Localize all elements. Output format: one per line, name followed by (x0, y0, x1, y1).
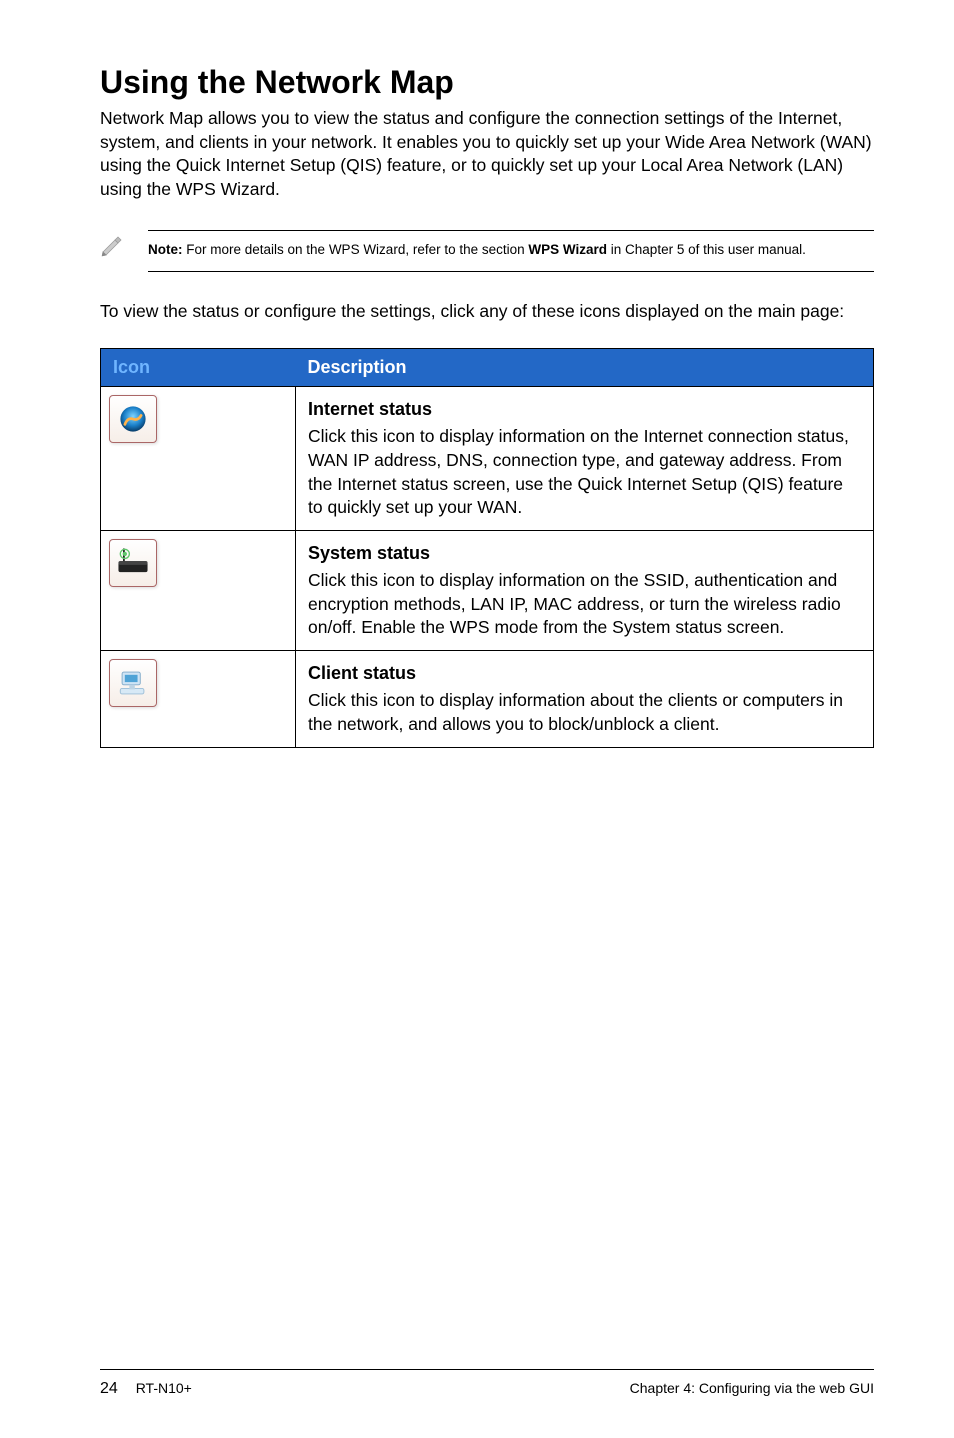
intro-paragraph: Network Map allows you to view the statu… (100, 107, 874, 202)
cell-desc: System status Click this icon to display… (296, 530, 874, 650)
cell-desc: Client status Click this icon to display… (296, 650, 874, 747)
table-row: Internet status Click this icon to displ… (101, 387, 874, 531)
table-row: Client status Click this icon to display… (101, 650, 874, 747)
note-pre: For more details on the WPS Wizard, refe… (183, 242, 529, 257)
table-header-row: Icon Description (101, 349, 874, 387)
internet-status-icon (109, 395, 157, 443)
cell-icon (101, 387, 296, 531)
note-post: in Chapter 5 of this user manual. (607, 242, 806, 257)
page-number: 24 (100, 1380, 118, 1397)
row-body: Click this icon to display information a… (308, 690, 843, 734)
page-title: Using the Network Map (100, 64, 874, 101)
row-title: Internet status (308, 397, 861, 421)
footer-right: Chapter 4: Configuring via the web GUI (630, 1380, 874, 1398)
icon-table: Icon Description (100, 348, 874, 748)
pencil-icon (100, 234, 124, 258)
cell-icon (101, 650, 296, 747)
cell-desc: Internet status Click this icon to displ… (296, 387, 874, 531)
note-label: Note: (148, 242, 183, 257)
th-icon: Icon (101, 349, 296, 387)
row-body: Click this icon to display information o… (308, 426, 849, 517)
note-text: Note: For more details on the WPS Wizard… (148, 230, 874, 273)
row-title: System status (308, 541, 861, 565)
client-status-icon (109, 659, 157, 707)
footer-left: 24 RT-N10+ (100, 1380, 192, 1398)
row-title: Client status (308, 661, 861, 685)
note-block: Note: For more details on the WPS Wizard… (100, 230, 874, 273)
table-row: System status Click this icon to display… (101, 530, 874, 650)
row-body: Click this icon to display information o… (308, 570, 841, 637)
page-footer: 24 RT-N10+ Chapter 4: Configuring via th… (100, 1369, 874, 1398)
product-model: RT-N10+ (136, 1380, 192, 1396)
note-bold: WPS Wizard (528, 242, 607, 257)
cell-icon (101, 530, 296, 650)
page-content: Using the Network Map Network Map allows… (100, 60, 874, 1369)
th-desc: Description (296, 349, 874, 387)
system-status-icon (109, 539, 157, 587)
lead-paragraph: To view the status or configure the sett… (100, 300, 874, 324)
